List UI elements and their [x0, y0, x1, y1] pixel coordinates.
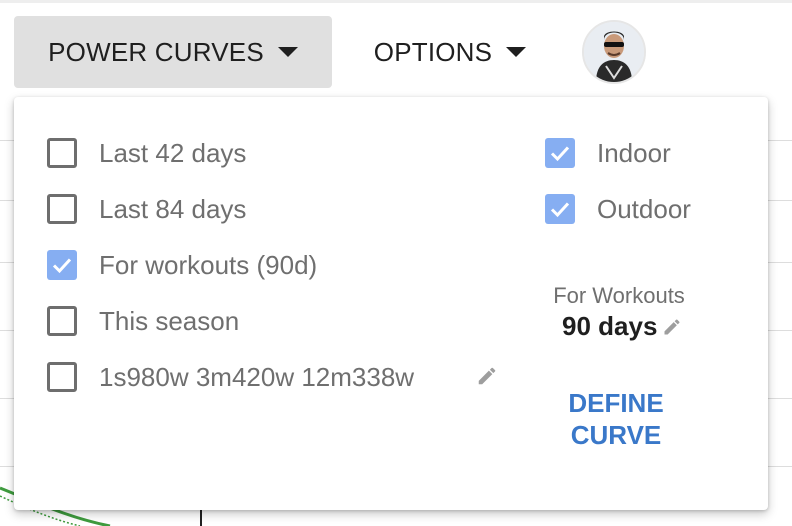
curve-option-last-42-days[interactable]: Last 42 days — [47, 133, 246, 173]
pencil-edit-icon[interactable] — [662, 317, 682, 337]
curve-option-custom[interactable]: 1s980w 3m420w 12m338w — [47, 357, 414, 397]
filter-label: Indoor — [597, 137, 671, 168]
checkmark-icon — [550, 146, 570, 162]
curve-option-this-season[interactable]: This season — [47, 301, 239, 341]
avatar-image — [584, 22, 644, 82]
for-workouts-title: For Workouts — [553, 283, 685, 308]
caret-down-icon — [506, 47, 527, 57]
avatar[interactable] — [582, 20, 646, 84]
curve-option-label: For workouts (90d) — [99, 249, 318, 280]
curve-option-label: This season — [99, 305, 240, 336]
power-curves-label: POWER CURVES — [48, 36, 264, 67]
curve-option-label: Last 84 days — [99, 193, 247, 224]
filter-outdoor[interactable]: Outdoor — [545, 189, 691, 229]
options-menu-button[interactable]: OPTIONS — [350, 16, 550, 88]
power-curves-menu-button[interactable]: POWER CURVES — [14, 16, 332, 88]
for-workouts-days-value: 90 days — [562, 311, 658, 341]
checkbox-unchecked[interactable] — [47, 306, 77, 336]
power-curves-popup: Last 42 days Last 84 days For workouts (… — [14, 97, 768, 510]
page-top-divider — [0, 0, 792, 3]
checkmark-icon — [550, 202, 570, 218]
caret-down-icon — [277, 47, 298, 57]
checkmark-icon — [52, 258, 72, 274]
pencil-edit-icon[interactable] — [476, 365, 498, 387]
define-curve-button[interactable]: DEFINE CURVE — [554, 387, 678, 451]
curve-option-for-workouts[interactable]: For workouts (90d) — [47, 245, 317, 285]
checkbox-unchecked[interactable] — [47, 362, 77, 392]
checkbox-unchecked[interactable] — [47, 138, 77, 168]
filter-indoor[interactable]: Indoor — [545, 133, 671, 173]
curve-option-label: 1s980w 3m420w 12m338w — [99, 361, 415, 392]
checkbox-checked[interactable] — [545, 194, 575, 224]
checkbox-unchecked[interactable] — [47, 194, 77, 224]
curve-option-last-84-days[interactable]: Last 84 days — [47, 189, 246, 229]
filter-label: Outdoor — [597, 193, 691, 224]
options-label: OPTIONS — [373, 36, 493, 67]
checkbox-checked[interactable] — [545, 138, 575, 168]
curve-option-label: Last 42 days — [99, 137, 247, 168]
checkbox-checked[interactable] — [47, 250, 77, 280]
